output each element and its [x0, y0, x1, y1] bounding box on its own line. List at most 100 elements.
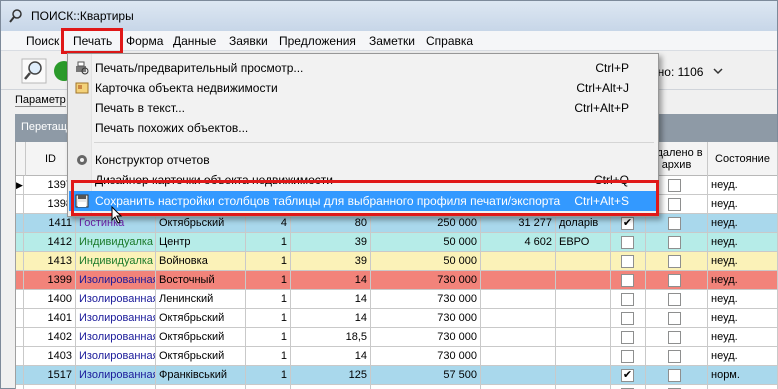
cell-price-converted[interactable] [481, 271, 556, 290]
menu-item-property-card[interactable]: Карточка объекта недвижимости Ctrl+Alt+J [69, 78, 657, 98]
menu-requests[interactable]: Заявки [229, 34, 268, 48]
row-checkbox[interactable] [621, 331, 634, 344]
cell-area[interactable]: 14 [291, 309, 371, 328]
menu-item-print-to-text[interactable]: Печать в текст... Ctrl+Alt+P [69, 98, 657, 118]
cell-area[interactable]: 14 [291, 271, 371, 290]
cell-status[interactable]: неуд. [708, 233, 778, 252]
cell-area[interactable]: 14 [291, 347, 371, 366]
menu-item-print-similar[interactable]: Печать похожих объектов... [69, 118, 657, 138]
cell-status[interactable]: неуд. [708, 271, 778, 290]
cell-area[interactable]: 125 [291, 366, 371, 385]
table-row[interactable]: 1412 Индивидуалка Центр 1 39 50 000 4 602 ЕВРО н… [16, 233, 778, 252]
row-checkbox[interactable] [621, 350, 634, 363]
cell-district[interactable]: Войновка [156, 252, 246, 271]
archive-checkbox[interactable] [668, 198, 681, 211]
table-row[interactable]: 1413 Индивидуалка Войновка 1 39 50 000 неуд. [16, 252, 778, 271]
cell-area[interactable]: 0 [291, 385, 371, 389]
cell-currency[interactable] [556, 385, 611, 389]
cell-id[interactable]: 1412 [26, 233, 76, 252]
cell-currency[interactable] [556, 271, 611, 290]
cell-district[interactable]: Ленинский [156, 290, 246, 309]
archive-checkbox[interactable] [668, 255, 681, 268]
cell-status[interactable]: неуд. [708, 309, 778, 328]
cell-price-converted[interactable] [481, 366, 556, 385]
row-checkbox[interactable] [621, 255, 634, 268]
cell-id[interactable]: 1400 [26, 290, 76, 309]
cell-status[interactable]: неуд. [708, 347, 778, 366]
cell-rooms[interactable]: 1 [246, 366, 291, 385]
menu-help[interactable]: Справка [426, 34, 473, 48]
archive-checkbox[interactable] [668, 312, 681, 325]
cell-status[interactable]: неуд. [708, 214, 778, 233]
cell-id[interactable]: 1402 [26, 328, 76, 347]
cell-currency[interactable] [556, 252, 611, 271]
table-row[interactable]: 2927КомнатаОДЕССКАЯ00175 000 [16, 385, 778, 389]
cell-type[interactable]: Изолированная [76, 290, 156, 309]
cell-district[interactable]: Октябрьский [156, 347, 246, 366]
cell-rooms[interactable]: 1 [246, 290, 291, 309]
cell-district[interactable]: Октябрьский [156, 328, 246, 347]
archive-checkbox[interactable] [668, 293, 681, 306]
cell-district[interactable]: Франківський [156, 366, 246, 385]
cell-district[interactable]: Центр [156, 233, 246, 252]
cell-currency[interactable] [556, 328, 611, 347]
cell-district[interactable]: ОДЕССКАЯ [156, 385, 246, 389]
cell-area[interactable]: 39 [291, 252, 371, 271]
cell-type[interactable]: Изолированная [76, 347, 156, 366]
cell-type[interactable]: Комната [76, 385, 156, 389]
cell-currency[interactable] [556, 309, 611, 328]
cell-id[interactable]: 2927 [26, 385, 76, 389]
cell-price[interactable]: 50 000 [371, 252, 481, 271]
cell-id[interactable]: 1403 [26, 347, 76, 366]
cell-status[interactable] [708, 385, 778, 389]
params-tab[interactable]: Параметр [15, 94, 66, 107]
cell-id[interactable]: 1413 [26, 252, 76, 271]
cell-status[interactable]: неуд. [708, 195, 778, 214]
row-checkbox[interactable] [621, 274, 634, 287]
cell-type[interactable]: Индивидуалка [76, 233, 156, 252]
cell-status[interactable]: неуд. [708, 290, 778, 309]
cell-rooms[interactable]: 1 [246, 328, 291, 347]
cell-rooms[interactable]: 1 [246, 309, 291, 328]
cell-currency[interactable] [556, 347, 611, 366]
archive-checkbox[interactable] [668, 179, 681, 192]
cell-status[interactable]: неуд. [708, 176, 778, 195]
cell-price[interactable]: 730 000 [371, 309, 481, 328]
archive-checkbox[interactable] [668, 217, 681, 230]
menu-item-print-preview[interactable]: Печать/предварительный просмотр... Ctrl+… [69, 58, 657, 78]
cell-price-converted[interactable] [481, 252, 556, 271]
cell-id[interactable]: 1517 [26, 366, 76, 385]
row-checkbox[interactable]: ✔ [621, 369, 634, 382]
cell-price-converted[interactable]: 4 602 [481, 233, 556, 252]
cell-price-converted[interactable] [481, 309, 556, 328]
cell-type[interactable]: Изолированная [76, 271, 156, 290]
cell-type[interactable]: Индивидуалка [76, 252, 156, 271]
table-row[interactable]: 1402 Изолированная Октябрьский 1 18,5 730 000… [16, 328, 778, 347]
cell-type[interactable]: Изолированная [76, 309, 156, 328]
cell-district[interactable]: Октябрьский [156, 309, 246, 328]
cell-type[interactable]: Изолированная [76, 366, 156, 385]
archive-checkbox[interactable] [668, 350, 681, 363]
cell-id[interactable]: 1401 [26, 309, 76, 328]
cell-price-converted[interactable] [481, 385, 556, 389]
archive-checkbox[interactable] [668, 369, 681, 382]
table-row[interactable]: 1399 Изолированная Восточный 1 14 730 000 неуд… [16, 271, 778, 290]
cell-status[interactable]: неуд. [708, 328, 778, 347]
cell-type[interactable]: Изолированная [76, 328, 156, 347]
cell-currency[interactable] [556, 290, 611, 309]
cell-price[interactable]: 730 000 [371, 347, 481, 366]
row-checkbox[interactable] [621, 293, 634, 306]
cell-id[interactable]: 1399 [26, 271, 76, 290]
cell-price[interactable]: 50 000 [371, 233, 481, 252]
cell-status[interactable]: норм. [708, 366, 778, 385]
cell-price-converted[interactable] [481, 328, 556, 347]
menu-notes[interactable]: Заметки [369, 34, 415, 48]
cell-price[interactable]: 175 000 [371, 385, 481, 389]
cell-rooms[interactable]: 1 [246, 252, 291, 271]
cell-rooms[interactable]: 1 [246, 271, 291, 290]
row-checkbox[interactable] [621, 236, 634, 249]
archive-checkbox[interactable] [668, 274, 681, 287]
search-icon[interactable] [21, 58, 47, 84]
table-row[interactable]: 1400 Изолированная Ленинский 1 14 730 000 неуд… [16, 290, 778, 309]
archive-checkbox[interactable] [668, 331, 681, 344]
